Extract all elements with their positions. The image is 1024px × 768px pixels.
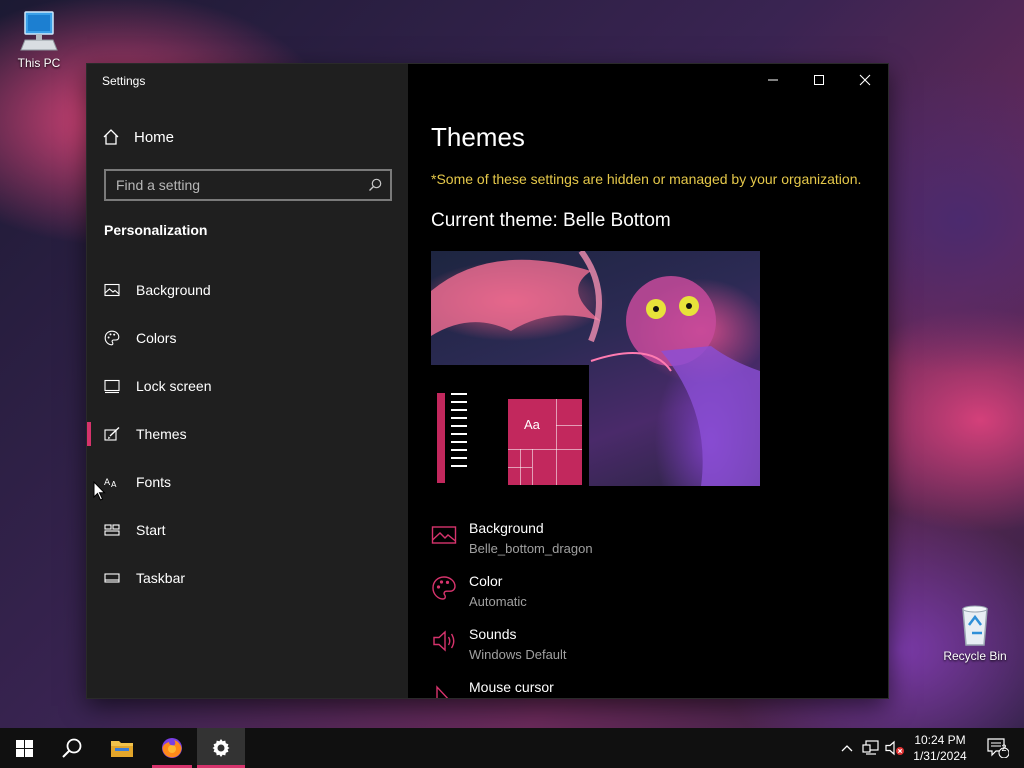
palette-icon bbox=[104, 330, 120, 346]
sidebar-item-fonts[interactable]: A A Fonts bbox=[87, 458, 408, 506]
preview-start-tiles: Aa bbox=[508, 399, 582, 485]
taskbar: 10:24 PM 1/31/2024 2 bbox=[0, 728, 1024, 768]
setting-value: Windows Default bbox=[469, 647, 567, 662]
setting-label: Color bbox=[469, 573, 503, 589]
speaker-icon bbox=[433, 630, 455, 652]
taskbar-icon bbox=[104, 573, 120, 583]
sidebar-nav: Background Colors Lock screen Themes A A… bbox=[87, 266, 408, 602]
recycle-bin-icon bbox=[962, 605, 988, 646]
search-box[interactable] bbox=[104, 169, 392, 201]
setting-label: Background bbox=[469, 520, 544, 536]
action-center-button[interactable]: 2 bbox=[978, 728, 1018, 768]
mouse-pointer-icon bbox=[93, 481, 106, 501]
picture-icon bbox=[104, 283, 120, 297]
minimize-icon bbox=[768, 79, 778, 81]
search-button[interactable] bbox=[48, 728, 96, 768]
window-title: Settings bbox=[102, 74, 146, 88]
gear-icon bbox=[212, 739, 230, 757]
close-button[interactable] bbox=[842, 64, 888, 96]
brush-icon bbox=[104, 426, 120, 441]
windows-logo-icon bbox=[15, 739, 33, 757]
start-button[interactable] bbox=[0, 728, 48, 768]
theme-setting-background[interactable]: Background Belle_bottom_dragon bbox=[431, 520, 593, 556]
svg-text:A: A bbox=[111, 480, 117, 489]
show-hidden-icons-button[interactable] bbox=[838, 728, 856, 768]
palette-icon bbox=[432, 576, 456, 600]
clock-date: 1/31/2024 bbox=[913, 749, 967, 763]
lock-screen-icon bbox=[104, 379, 120, 394]
firefox-button[interactable] bbox=[148, 728, 196, 768]
setting-label: Mouse cursor bbox=[469, 679, 554, 695]
home-icon bbox=[103, 129, 119, 145]
minimize-button[interactable] bbox=[750, 64, 796, 96]
settings-sidebar: Settings Home Personalization Background bbox=[87, 64, 408, 698]
search-icon[interactable] bbox=[368, 178, 382, 192]
sidebar-item-label: Lock screen bbox=[136, 378, 212, 394]
sidebar-item-label: Start bbox=[136, 522, 166, 538]
page-title: Themes bbox=[431, 122, 525, 152]
theme-setting-mouse-cursor[interactable]: Mouse cursor bbox=[431, 679, 554, 698]
firefox-icon bbox=[162, 738, 182, 758]
network-icon bbox=[862, 740, 879, 755]
picture-icon bbox=[431, 526, 457, 544]
notification-count-badge: 2 bbox=[1001, 743, 1007, 753]
window-controls bbox=[750, 64, 888, 96]
setting-value: Automatic bbox=[469, 594, 527, 609]
theme-preview[interactable]: Aa bbox=[431, 251, 760, 486]
desktop-icon-this-pc[interactable]: This PC bbox=[4, 10, 74, 70]
close-icon bbox=[859, 74, 871, 86]
sidebar-item-label: Colors bbox=[136, 330, 177, 346]
cursor-icon bbox=[436, 685, 449, 698]
desktop-icon-label: This PC bbox=[17, 56, 61, 70]
clock-time: 10:24 PM bbox=[914, 733, 966, 747]
setting-value: Belle_bottom_dragon bbox=[469, 541, 593, 556]
themes-content: Themes *Some of these settings are hidde… bbox=[408, 64, 888, 698]
sidebar-item-colors[interactable]: Colors bbox=[87, 314, 408, 362]
theme-setting-color[interactable]: Color Automatic bbox=[431, 573, 527, 609]
desktop-icon-recycle-bin[interactable]: Recycle Bin bbox=[940, 603, 1010, 663]
section-title: Personalization bbox=[104, 222, 208, 238]
settings-window: Settings Home Personalization Background bbox=[87, 64, 888, 698]
clock[interactable]: 10:24 PM 1/31/2024 bbox=[906, 732, 974, 764]
managed-notice: *Some of these settings are hidden or ma… bbox=[431, 171, 862, 187]
home-link[interactable]: Home bbox=[102, 128, 174, 146]
sidebar-item-background[interactable]: Background bbox=[87, 266, 408, 314]
sidebar-item-themes[interactable]: Themes bbox=[87, 410, 408, 458]
maximize-button[interactable] bbox=[796, 64, 842, 96]
sidebar-item-label: Fonts bbox=[136, 474, 172, 490]
preview-sample-text: Aa bbox=[524, 417, 540, 432]
sidebar-item-taskbar[interactable]: Taskbar bbox=[87, 554, 408, 602]
current-theme-heading: Current theme: Belle Bottom bbox=[431, 210, 671, 232]
volume-button[interactable] bbox=[884, 728, 906, 768]
search-input[interactable] bbox=[116, 177, 356, 193]
preview-window-mock: Aa bbox=[431, 365, 589, 486]
sidebar-item-lock-screen[interactable]: Lock screen bbox=[87, 362, 408, 410]
sidebar-item-start[interactable]: Start bbox=[87, 506, 408, 554]
folder-icon bbox=[111, 741, 133, 757]
theme-setting-sounds[interactable]: Sounds Windows Default bbox=[431, 626, 567, 662]
current-theme-name: Belle Bottom bbox=[563, 210, 671, 231]
preview-menu-lines bbox=[437, 393, 469, 473]
current-theme-prefix: Current theme: bbox=[431, 210, 558, 231]
home-label: Home bbox=[134, 128, 175, 146]
setting-label: Sounds bbox=[469, 626, 517, 642]
desktop-icon-label: Recycle Bin bbox=[943, 649, 1007, 663]
sidebar-item-label: Taskbar bbox=[136, 570, 186, 586]
volume-muted-icon bbox=[885, 740, 904, 756]
network-button[interactable] bbox=[860, 728, 882, 768]
computer-icon bbox=[20, 11, 58, 51]
search-icon bbox=[62, 738, 82, 758]
maximize-icon bbox=[814, 75, 824, 85]
settings-taskbar-button[interactable] bbox=[197, 728, 245, 768]
chevron-up-icon bbox=[841, 745, 853, 752]
sidebar-item-label: Background bbox=[136, 282, 211, 298]
file-explorer-button[interactable] bbox=[98, 728, 146, 768]
start-icon bbox=[104, 524, 120, 536]
sidebar-item-label: Themes bbox=[136, 426, 187, 442]
